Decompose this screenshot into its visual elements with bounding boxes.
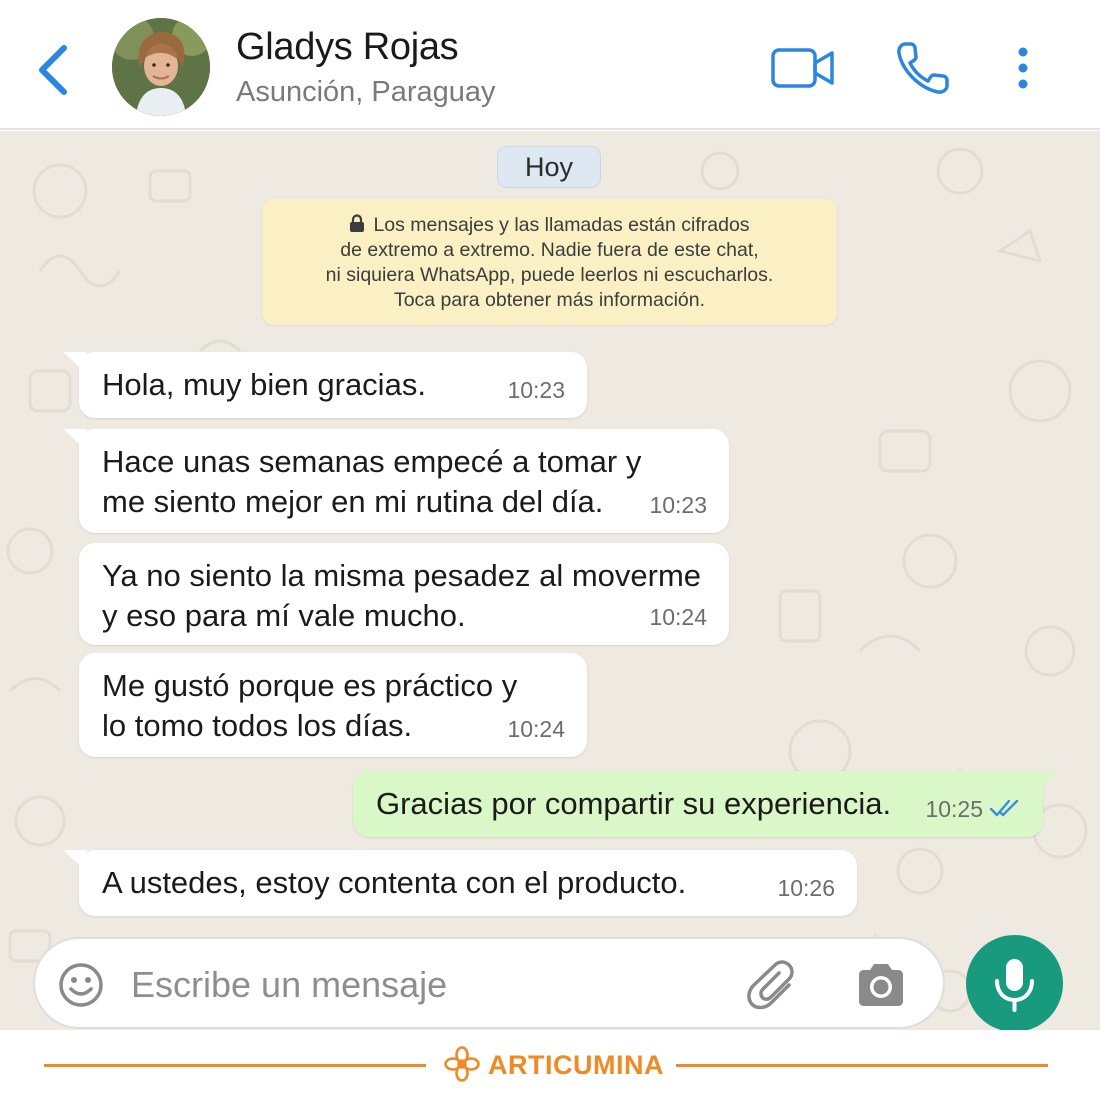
more-options-button[interactable]: [1008, 44, 1038, 94]
message-text: Hace unas semanas empecé a tomar y me si…: [102, 444, 642, 519]
message-bubble[interactable]: Hace unas semanas empecé a tomar y me si…: [63, 429, 729, 533]
message-time: 10:25: [925, 796, 983, 822]
back-button[interactable]: [30, 40, 80, 100]
double-check-icon: [989, 799, 1019, 817]
voice-message-button[interactable]: [966, 935, 1063, 1032]
avatar[interactable]: [112, 18, 210, 116]
message-bubble[interactable]: Me gustó porque es práctico y lo tomo to…: [79, 653, 587, 757]
message-text: Me gustó porque es práctico y lo tomo to…: [102, 668, 518, 743]
message-text: Hola, muy bien gracias.: [102, 367, 426, 402]
brand-name: ARTICUMINA: [488, 1050, 664, 1080]
camera-icon: [859, 964, 903, 1006]
date-separator: Hoy: [497, 146, 601, 188]
emoji-icon: [59, 963, 103, 1007]
bubble-tail: [63, 850, 87, 872]
avatar-portrait: [112, 18, 210, 116]
camera-button[interactable]: [855, 961, 907, 1009]
emoji-button[interactable]: [57, 961, 105, 1009]
video-call-button[interactable]: [770, 45, 836, 91]
message-text: A ustedes, estoy contenta con el product…: [102, 865, 687, 900]
message-bubble[interactable]: Ya no siento la misma pesadez al moverme…: [79, 543, 729, 645]
message-bubble-outgoing[interactable]: Gracias por compartir su experiencia. 10…: [353, 771, 1059, 837]
message-bubble[interactable]: Hola, muy bien gracias. 10:23: [63, 352, 587, 418]
message-time: 10:23: [507, 377, 565, 403]
microphone-icon: [995, 959, 1034, 1012]
encryption-notice[interactable]: Los mensajes y las llamadas están cifrad…: [262, 199, 837, 325]
message-input[interactable]: [131, 957, 711, 1013]
message-time: 10:24: [507, 716, 565, 742]
contact-name[interactable]: Gladys Rojas: [236, 26, 459, 69]
chat-area[interactable]: Hoy Los mensajes y las llamadas están ci…: [0, 131, 1100, 1030]
phone-icon: [897, 42, 949, 94]
paperclip-icon: [747, 960, 794, 1010]
more-vertical-icon: [1018, 47, 1028, 89]
message-meta: 10:25: [925, 789, 1021, 829]
bubble-tail: [63, 429, 87, 451]
bubble-tail: [63, 352, 87, 374]
brand-footer: ARTICUMINA: [0, 1030, 1100, 1100]
lock-icon: [350, 214, 365, 232]
message-composer: [33, 937, 945, 1029]
flower-logo-icon: [444, 1046, 480, 1082]
message-time: 10:24: [649, 604, 707, 630]
attach-button[interactable]: [745, 959, 801, 1011]
message-time: 10:26: [777, 875, 835, 901]
message-bubble[interactable]: A ustedes, estoy contenta con el product…: [63, 850, 857, 916]
back-arrow-icon: [39, 45, 67, 95]
footer-divider-right: [676, 1064, 1048, 1067]
encryption-notice-text: Los mensajes y las llamadas están cifrad…: [325, 214, 774, 311]
footer-divider-left: [44, 1064, 426, 1067]
message-text: Ya no siento la misma pesadez al moverme…: [102, 558, 702, 633]
message-text: Gracias por compartir su experiencia.: [376, 786, 892, 821]
video-camera-icon: [771, 48, 834, 88]
message-time: 10:23: [649, 492, 707, 518]
chat-header: Gladys Rojas Asunción, Paraguay: [0, 0, 1100, 130]
voice-call-button[interactable]: [893, 38, 953, 98]
bubble-tail: [1035, 771, 1059, 793]
contact-location: Asunción, Paraguay: [236, 76, 496, 108]
